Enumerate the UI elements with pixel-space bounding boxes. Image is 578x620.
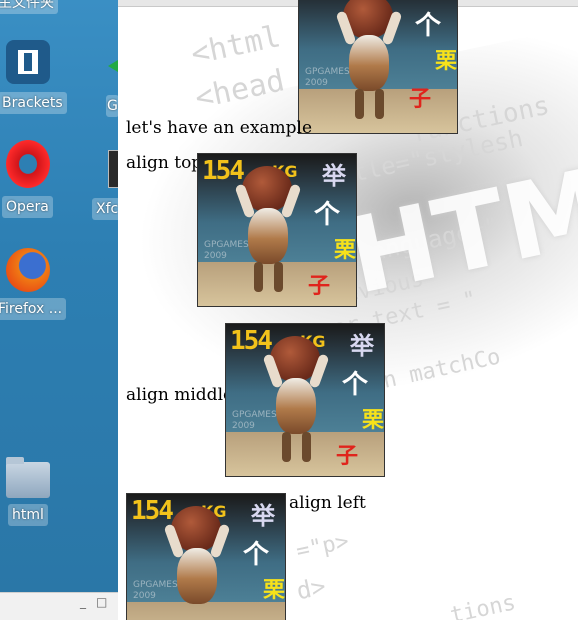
restore-icon[interactable]: □: [96, 595, 107, 609]
brackets-label: Brackets: [0, 92, 67, 114]
xfce-label: Xfc: [92, 198, 118, 220]
image-score: 154: [230, 326, 273, 356]
home-folder-label[interactable]: 主文件夹: [0, 0, 58, 14]
guinea-pig-image: 154 KG GPGAMES 2009 举 个 栗 子: [197, 153, 357, 307]
image-watermark: GPGAMES 2009: [133, 580, 178, 601]
image-glyph: 子: [409, 86, 432, 112]
align-top-text: align top: [126, 153, 203, 173]
image-glyph: 举: [322, 161, 346, 190]
minimize-icon[interactable]: _: [80, 595, 86, 609]
bg-code-line: d>: [294, 571, 329, 606]
bg-code-line: ="p>: [294, 528, 352, 565]
desktop-icon-brackets[interactable]: Brackets: [0, 40, 67, 120]
example-text: let's have an example: [126, 118, 313, 138]
brackets-icon: [6, 40, 50, 84]
desktop-icon-app[interactable]: [108, 50, 118, 80]
image-watermark: GPGAMES 2009: [232, 410, 277, 431]
browser-page: <html <head functions tle="stylesh t lan…: [118, 0, 578, 620]
image-score: 154: [202, 156, 245, 186]
align-left-text: align left: [289, 493, 366, 513]
opera-label: Opera: [2, 196, 53, 218]
image-glyph: 举: [251, 501, 275, 530]
desktop: 主文件夹 Brackets Opera Firefox ... html Xfc…: [0, 0, 118, 620]
guinea-pig-image: 154 KG GPGAMES 2009 举 个 栗 子: [225, 323, 385, 477]
desktop-icon-firefox[interactable]: Firefox ...: [0, 244, 70, 324]
firefox-icon: [6, 248, 50, 292]
image-glyph: 栗: [263, 577, 286, 603]
bg-code-line: <html: [188, 19, 284, 73]
bg-code-line: tions: [448, 590, 518, 620]
image-glyph: 子: [336, 443, 359, 469]
image-glyph: 个: [342, 370, 369, 400]
image-watermark: GPGAMES 2009: [204, 240, 249, 261]
desktop-icon-html-folder[interactable]: html: [0, 456, 60, 536]
desktop-icon-opera[interactable]: Opera: [0, 140, 60, 220]
guinea-pig-image: GPGAMES 2009 个 栗 子: [298, 0, 458, 134]
app-label: G: [106, 95, 118, 117]
desktop-icon-xfce-terminal[interactable]: [108, 150, 118, 188]
guinea-pig-image: 154 KG GPGAMES 2009 举 个 栗: [126, 493, 286, 620]
app-icon: [108, 60, 118, 72]
image-glyph: 子: [308, 273, 331, 299]
image-glyph: 栗: [362, 407, 385, 433]
firefox-label: Firefox ...: [0, 298, 67, 320]
align-middle-text: align middle: [126, 385, 234, 405]
image-watermark: GPGAMES 2009: [305, 67, 350, 88]
image-glyph: 个: [415, 11, 442, 41]
taskbar: _ □: [0, 592, 118, 620]
image-glyph: 个: [314, 200, 341, 230]
image-glyph: 栗: [435, 48, 458, 74]
html-folder-label: html: [8, 504, 48, 526]
image-score: 154: [131, 496, 174, 526]
image-glyph: 举: [350, 331, 374, 360]
image-glyph: 栗: [334, 237, 357, 263]
folder-icon: [6, 457, 50, 498]
opera-icon: [6, 140, 50, 188]
image-glyph: 个: [243, 540, 270, 570]
